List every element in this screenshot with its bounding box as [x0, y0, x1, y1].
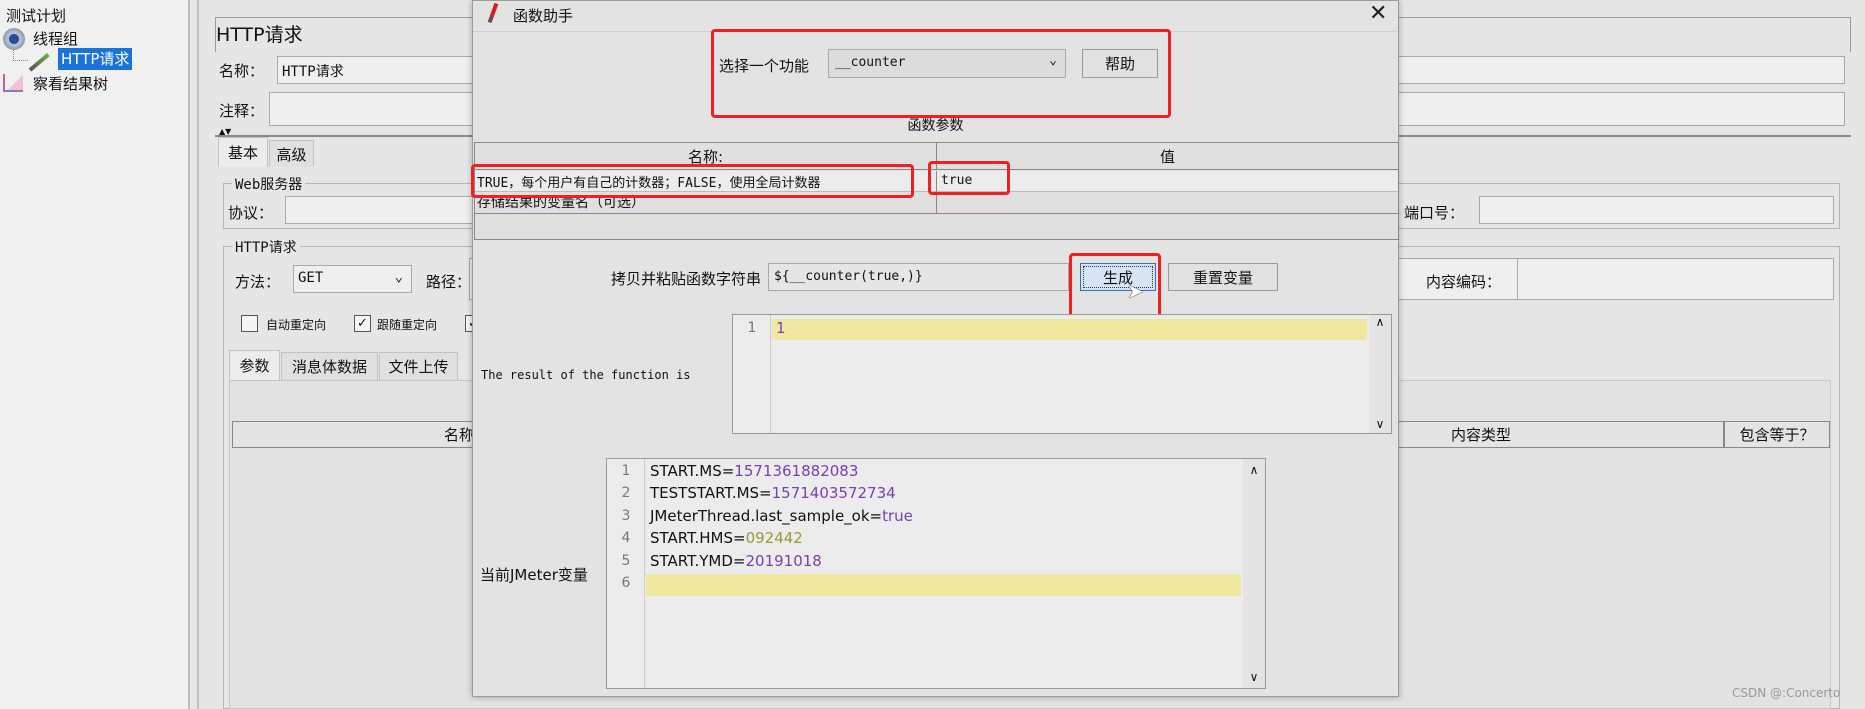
tab-file-upload[interactable]: 文件上传 — [379, 352, 458, 380]
copy-label: 拷贝并粘贴函数字符串 — [610, 270, 761, 288]
scrollbar[interactable]: ∧ ∨ — [1369, 315, 1391, 433]
protocol-label: 协议： — [228, 204, 274, 222]
vars-editor[interactable]: 1 2 3 4 5 6 START.MS=1571361882083 TESTS… — [606, 458, 1266, 689]
line-number: 3 — [621, 508, 631, 524]
gear-icon — [3, 28, 25, 50]
header-content-type: 内容类型 — [1451, 426, 1512, 444]
annotation-box-param-value — [928, 161, 1010, 195]
port-input[interactable] — [1479, 196, 1834, 224]
tab-basic[interactable]: 基本 — [218, 137, 268, 167]
params-title: 函数参数 — [907, 118, 964, 134]
port-label: 端口号： — [1404, 204, 1465, 222]
method-value: GET — [298, 270, 324, 286]
sampler-pipette-icon — [28, 53, 50, 72]
annotation-box-param-name — [471, 164, 914, 198]
result-editor[interactable]: 1 1 ∧ ∨ — [732, 314, 1392, 434]
tree-item-http-request[interactable]: HTTP请求 — [58, 48, 133, 70]
var-line: START.MS=1571361882083 — [650, 462, 859, 480]
var-line: JMeterThread.last_sample_ok=true — [650, 507, 913, 525]
function-helper-dialog: 函数助手 ✕ 选择一个功能 __counter ⌄ 帮助 函数参数 名称: 值 T… — [471, 0, 1399, 697]
close-icon[interactable]: ✕ — [1369, 1, 1387, 26]
tree-item-view-results-tree[interactable]: 察看结果树 — [33, 73, 108, 94]
name-label: 名称： — [219, 62, 265, 80]
scroll-down-icon[interactable]: ∨ — [1369, 417, 1391, 431]
tab-body-data[interactable]: 消息体数据 — [281, 352, 378, 380]
tree-item-thread-group[interactable]: 线程组 — [33, 28, 78, 49]
auto-redirect-label: 自动重定向 — [266, 318, 327, 332]
function-string-input[interactable]: ${__counter(true,)} — [768, 263, 1069, 291]
follow-redirect-label: 跟随重定向 — [377, 318, 438, 332]
encoding-input[interactable] — [1517, 258, 1834, 300]
line-number: 1 — [747, 320, 757, 336]
line-number: 1 — [621, 463, 631, 479]
result-line: 1 — [776, 319, 786, 337]
http-request-legend: HTTP请求 — [232, 237, 300, 257]
var-line: START.HMS=092442 — [650, 529, 803, 547]
header-include-equals[interactable]: 包含等于？ — [1723, 421, 1829, 448]
result-label: The result of the function is — [481, 368, 691, 382]
params-row-value[interactable] — [937, 192, 1398, 214]
encoding-label: 内容编码： — [1426, 273, 1502, 291]
graph-icon — [3, 74, 23, 92]
dialog-title: 函数助手 — [513, 7, 574, 25]
line-number: 5 — [621, 553, 631, 569]
current-line-highlight — [646, 574, 1241, 596]
var-line: START.YMD=20191018 — [650, 552, 822, 570]
header-name: 名称 — [444, 426, 475, 444]
current-line-highlight — [772, 319, 1367, 340]
tree-item-test-plan[interactable]: 测试计划 — [6, 5, 66, 26]
comment-label: 注释： — [219, 102, 265, 120]
tree-connector — [13, 50, 28, 61]
line-number: 2 — [621, 485, 631, 501]
test-plan-tree: 测试计划 线程组 HTTP请求 察看结果树 — [0, 0, 190, 709]
tab-advanced[interactable]: 高级 — [269, 140, 314, 167]
line-number: 4 — [621, 530, 631, 546]
web-server-legend: Web服务器 — [232, 174, 306, 194]
auto-redirect-checkbox[interactable] — [241, 315, 258, 332]
path-label: 路径： — [426, 273, 472, 291]
method-select[interactable]: GET ⌄ — [293, 265, 412, 293]
scroll-up-icon[interactable]: ∧ — [1243, 459, 1265, 477]
method-label: 方法： — [235, 273, 281, 291]
scroll-down-icon[interactable]: ∨ — [1243, 670, 1265, 684]
line-number: 6 — [621, 575, 631, 591]
watermark: CSDN @:Concerto — [1732, 686, 1841, 700]
tab-parameters[interactable]: 参数 — [229, 350, 280, 380]
pencil-icon — [487, 2, 499, 24]
chevron-down-icon: ⌄ — [394, 269, 403, 285]
var-line: TESTSTART.MS=1571403572734 — [650, 484, 896, 502]
follow-redirect-checkbox[interactable]: ✓ — [354, 315, 371, 332]
scroll-up-icon[interactable]: ∧ — [1369, 315, 1391, 329]
scrollbar[interactable]: ∧ ∨ — [1243, 459, 1265, 688]
annotation-box-select — [711, 29, 1171, 118]
vars-label: 当前JMeter变量 — [480, 566, 588, 584]
reset-variables-button[interactable]: 重置变量 — [1168, 263, 1278, 291]
